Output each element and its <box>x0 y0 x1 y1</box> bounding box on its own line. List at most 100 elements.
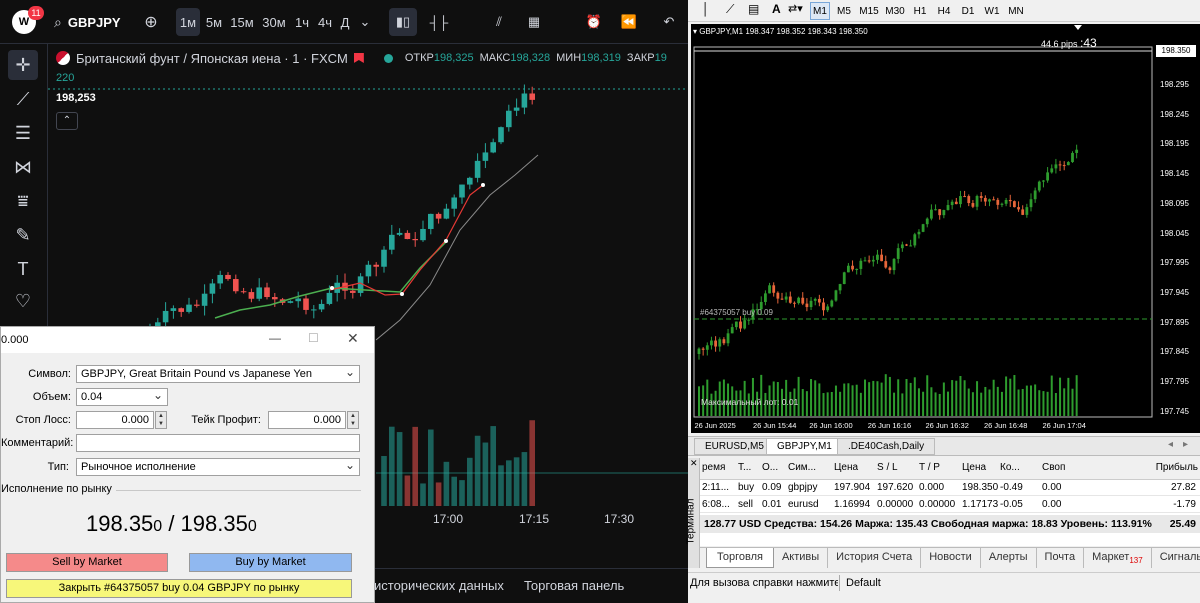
interval-4h[interactable]: 4ч <box>315 8 335 36</box>
comment-field[interactable] <box>76 434 360 452</box>
tv-candle-body <box>459 184 465 198</box>
table-column-header[interactable]: Цена <box>962 458 986 478</box>
close-icon[interactable]: ✕ <box>347 330 359 347</box>
table-column-header[interactable]: Цена <box>834 458 858 478</box>
drawing-point[interactable] <box>444 239 448 243</box>
terminal-tab[interactable]: Активы <box>774 548 829 569</box>
table-column-header[interactable]: Ко... <box>1000 458 1020 478</box>
interval-30m[interactable]: 30м <box>259 8 289 36</box>
table-column-header[interactable]: О... <box>762 458 778 478</box>
table-column-header[interactable]: T / P <box>919 458 940 478</box>
volume-select[interactable]: 0.04 <box>76 388 168 406</box>
scroll-left-icon[interactable]: ◂ <box>1168 439 1173 450</box>
symbol-label: GBPJPY <box>67 14 121 30</box>
type-select[interactable]: Рыночное исполнение <box>76 458 360 476</box>
interval-dropdown[interactable]: ⌄ <box>357 8 373 36</box>
bar-chart-type-button[interactable]: ┤├ <box>425 8 453 36</box>
tv-candle-body <box>404 232 411 240</box>
text-tool-icon[interactable]: A <box>772 2 781 16</box>
terminal-tab[interactable]: Новости <box>921 548 981 569</box>
favorites-tool[interactable]: ♡ <box>8 286 38 316</box>
table-cell: 0.00000 <box>877 499 914 510</box>
sell-by-market-button[interactable]: Sell by Market <box>6 553 168 572</box>
stop-loss-field[interactable]: 0.000 <box>76 411 154 429</box>
mt-chart[interactable]: ▾ GBPJPY,M1 198.347 198.352 198.343 198.… <box>691 24 1200 433</box>
symbol-select[interactable]: GBPJPY, Great Britain Pound vs Japanese … <box>76 365 360 383</box>
terminal-tab[interactable]: Алерты <box>981 548 1037 569</box>
tf-m15[interactable]: M15 <box>858 2 880 20</box>
brush-tool[interactable]: ✎ <box>8 220 38 250</box>
pattern-tool[interactable]: ⋈ <box>8 152 38 182</box>
table-column-header[interactable]: Т... <box>738 458 751 478</box>
terminal-close-icon[interactable]: ✕ <box>690 458 698 469</box>
stop-loss-stepper[interactable]: ▲ ▼ <box>155 411 167 429</box>
interval-1h[interactable]: 1ч <box>292 8 312 36</box>
tf-m30[interactable]: M30 <box>884 2 906 20</box>
mt-candle-body <box>1004 200 1008 204</box>
vertical-line-icon[interactable]: │ <box>702 2 710 16</box>
crosshair-tool[interactable]: ✛ <box>8 50 38 80</box>
tf-h4[interactable]: H4 <box>934 2 954 20</box>
trading-panel-tab[interactable]: Торговая панель <box>524 578 624 593</box>
text-tool[interactable]: T <box>8 254 38 284</box>
add-symbol-button[interactable]: ⊕ <box>140 8 162 36</box>
tf-m5[interactable]: M5 <box>834 2 854 20</box>
arrows-icon[interactable]: ⇄▾ <box>788 2 803 15</box>
table-column-header[interactable]: S / L <box>877 458 898 478</box>
take-profit-field[interactable]: 0.000 <box>268 411 346 429</box>
table-row[interactable]: 6:08... sell 0.01 eurusd 1.16994 0.00000 0.000… <box>700 497 1200 513</box>
maximize-icon[interactable]: ☐ <box>308 331 319 345</box>
tf-w1[interactable]: W1 <box>982 2 1002 20</box>
close-label: ЗАКР <box>626 52 655 64</box>
tf-d1[interactable]: D1 <box>958 2 978 20</box>
tv-candle-body <box>420 228 426 241</box>
close-position-button[interactable]: Закрыть #64375057 buy 0.04 GBPJPY по рын… <box>6 579 352 598</box>
interval-day[interactable]: Д <box>337 8 353 36</box>
history-data-tab[interactable]: исторических данных <box>374 578 504 593</box>
table-column-header[interactable]: ремя <box>702 458 725 478</box>
scroll-right-icon[interactable]: ▸ <box>1183 439 1188 450</box>
terminal-tab[interactable]: Маркет137 <box>1084 548 1152 569</box>
mt-candle-body <box>942 209 946 216</box>
minimize-icon[interactable]: — <box>269 331 281 345</box>
table-cell: 197.620 <box>877 482 914 493</box>
channel-icon[interactable]: ▤ <box>748 2 759 16</box>
chart-tab-gbpjpy[interactable]: GBPJPY,M1 <box>766 438 843 455</box>
symbol-search[interactable]: ⌕ GBPJPY <box>54 8 134 36</box>
terminal-tab[interactable]: Сигналы <box>1152 548 1200 568</box>
mt-candle-body <box>863 260 867 262</box>
candles-chart-type-button[interactable]: ▮▯ <box>389 8 417 36</box>
fib-tool[interactable]: ☰ <box>8 118 38 148</box>
undo-button[interactable]: ↶ <box>655 8 683 36</box>
trendline-icon[interactable]: ⟋ <box>726 2 734 17</box>
table-column-header[interactable]: Сим... <box>788 458 816 478</box>
terminal-tab[interactable]: Почта <box>1037 548 1085 569</box>
table-row[interactable]: 2:11... buy 0.09 gbpjpy 197.904 197.620 0.000 1… <box>700 480 1200 496</box>
chart-tab-de40[interactable]: .DE40Cash,Daily <box>837 438 936 455</box>
bid-price-small: 0 <box>153 518 163 535</box>
indicators-button[interactable]: ⫽ <box>485 8 513 36</box>
table-column-header[interactable]: Прибыль <box>1156 458 1198 478</box>
drawing-point[interactable] <box>481 183 485 187</box>
chart-tab-eurusd[interactable]: EURUSD,M5 <box>694 438 775 455</box>
terminal-tab[interactable]: История Счета <box>828 548 922 569</box>
trendline-tool[interactable]: ⟋ <box>8 84 38 114</box>
layout-button[interactable]: ▦ <box>520 8 548 36</box>
take-profit-stepper[interactable]: ▲ ▼ <box>347 411 359 429</box>
tf-mn[interactable]: MN <box>1006 2 1026 20</box>
buy-by-market-button[interactable]: Buy by Market <box>189 553 352 572</box>
drawing-point[interactable] <box>330 286 334 290</box>
tv-candle-body <box>217 274 223 284</box>
tv-volume-bar <box>389 426 395 506</box>
terminal-tab[interactable]: Торговля <box>706 548 774 569</box>
alert-button[interactable]: ⏰ <box>580 8 608 36</box>
tf-m1[interactable]: M1 <box>810 2 830 20</box>
projection-tool[interactable]: ⩸ <box>8 186 38 216</box>
drawing-point[interactable] <box>400 292 404 296</box>
interval-15m[interactable]: 15м <box>228 8 256 36</box>
tf-h1[interactable]: H1 <box>910 2 930 20</box>
replay-button[interactable]: ⏪ <box>615 8 643 36</box>
interval-1m[interactable]: 1м <box>176 8 200 36</box>
table-column-header[interactable]: Своп <box>1042 458 1065 478</box>
interval-5m[interactable]: 5м <box>202 8 226 36</box>
